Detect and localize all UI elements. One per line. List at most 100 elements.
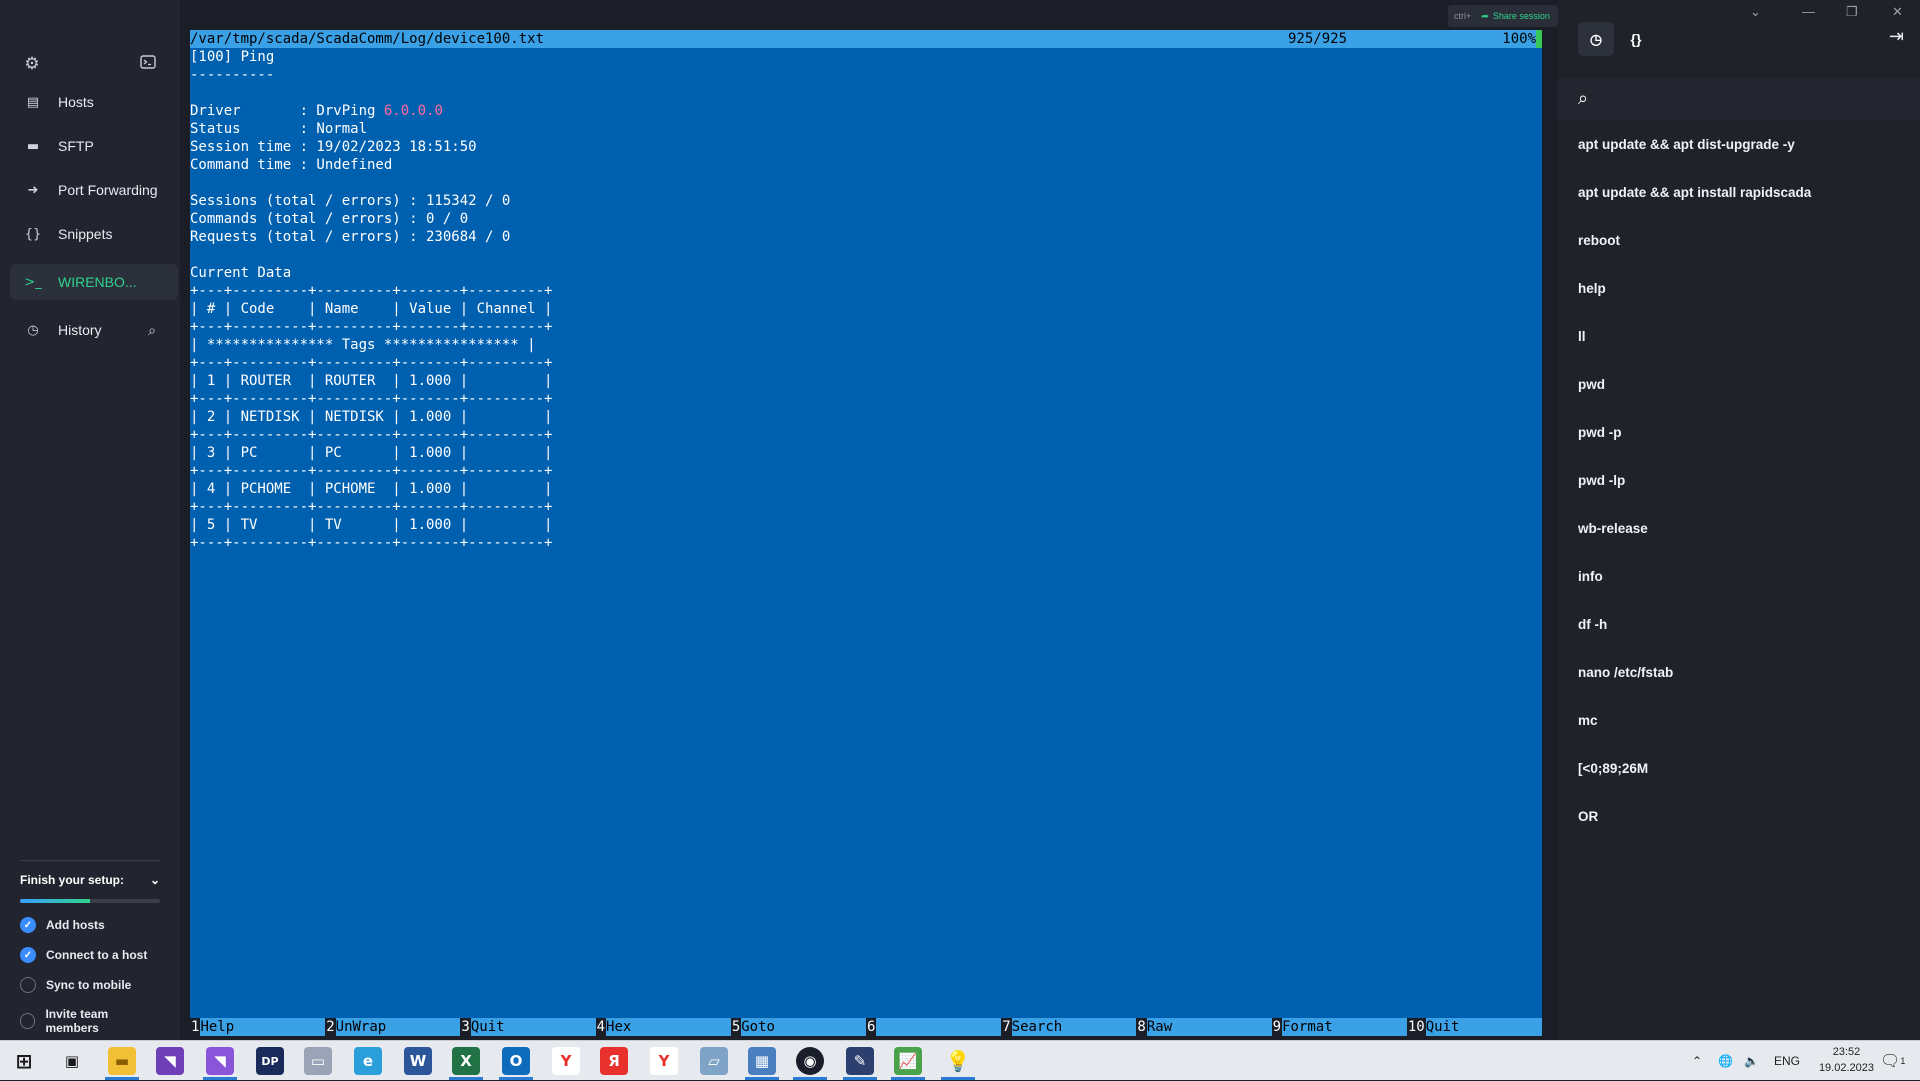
sidebar-item-label: History xyxy=(58,322,102,338)
chevron-down-icon[interactable]: ⌄ xyxy=(150,873,160,887)
collapse-panel-icon[interactable]: ⇥ xyxy=(1889,26,1904,47)
history-item[interactable]: nano /etc/fstab xyxy=(1578,665,1673,680)
fkey-raw[interactable]: 8 Raw xyxy=(1136,1018,1272,1036)
setup-task[interactable]: ✓ Connect to a host xyxy=(20,947,160,963)
clock[interactable]: 23:52 19.02.2023 xyxy=(1819,1044,1874,1076)
image-viewer-icon[interactable]: ▦ xyxy=(748,1047,776,1075)
share-session-label: Share session xyxy=(1492,11,1550,21)
history-item[interactable]: pwd -p xyxy=(1578,425,1622,440)
internet-explorer-icon[interactable]: e xyxy=(354,1047,382,1075)
close-icon[interactable]: ✕ xyxy=(1892,4,1903,20)
terminal-line: Current Data xyxy=(190,265,292,281)
yandex-icon[interactable]: Y xyxy=(552,1047,580,1075)
setup-task[interactable]: Invite team members xyxy=(20,1007,160,1035)
file-explorer-icon[interactable]: ▬ xyxy=(108,1047,136,1075)
table-border: +---+---------+---------+-------+-------… xyxy=(190,391,553,407)
terminal-line: Session time : 19/02/2023 18:51:50 xyxy=(190,139,477,155)
table-border: +---+---------+---------+-------+-------… xyxy=(190,427,553,443)
fkey-format[interactable]: 9 Format xyxy=(1271,1018,1407,1036)
history-item[interactable]: [<0;89;26M xyxy=(1578,761,1648,776)
fkey-search[interactable]: 7 Search xyxy=(1001,1018,1137,1036)
terminal-screen[interactable]: /var/tmp/scada/ScadaComm/Log/device100.t… xyxy=(190,30,1543,1036)
restore-icon[interactable]: ❐ xyxy=(1846,4,1858,20)
notifications-icon[interactable]: 🗨 1 xyxy=(1880,1041,1905,1081)
fkey-number: 3 xyxy=(460,1018,471,1036)
sidebar-item-hosts[interactable]: ▤ Hosts xyxy=(10,84,178,120)
language-indicator[interactable]: ENG xyxy=(1774,1041,1800,1081)
sidebar-item-session-wirenboard[interactable]: >_ WIRENBO... xyxy=(10,264,178,300)
sidebar-item-label: WIRENBO... xyxy=(58,274,137,290)
terminal-window-icon[interactable] xyxy=(136,52,160,76)
function-key-bar: 1 Help 2 UnWrap 3 Quit 4 Hex 5 Goto 6 7 Search… xyxy=(190,1018,1543,1036)
minimize-icon[interactable]: — xyxy=(1802,4,1815,19)
word-icon[interactable]: W xyxy=(404,1047,432,1075)
fkey-quit[interactable]: 3 Quit xyxy=(460,1018,596,1036)
viewer-header: /var/tmp/scada/ScadaComm/Log/device100.t… xyxy=(190,30,1542,48)
network-icon[interactable]: 🌐 xyxy=(1718,1041,1733,1081)
paper-icon[interactable]: ▱ xyxy=(700,1047,728,1075)
fkey-help[interactable]: 1 Help xyxy=(190,1018,326,1036)
sidebar-item-sftp[interactable]: ▬ SFTP xyxy=(10,128,178,164)
history-item[interactable]: help xyxy=(1578,281,1606,296)
visual-studio-icon[interactable]: ◥ xyxy=(156,1047,184,1075)
fkey-number: 4 xyxy=(595,1018,607,1036)
empty-circle-icon xyxy=(20,977,36,993)
excel-icon[interactable]: X xyxy=(452,1047,480,1075)
tray-chevron-up-icon[interactable]: ⌃ xyxy=(1692,1041,1702,1081)
setup-task-label: Add hosts xyxy=(46,918,105,932)
history-search[interactable]: ⌕ xyxy=(1558,78,1920,120)
history-item[interactable]: mc xyxy=(1578,713,1598,728)
folder-icon: ▬ xyxy=(26,138,40,154)
history-tab-icon[interactable]: ◷ xyxy=(1578,22,1614,56)
termius-icon[interactable]: ◉ xyxy=(796,1047,824,1075)
fkey-hex[interactable]: 4 Hex xyxy=(595,1018,731,1036)
fkey-quit-10[interactable]: 10 Quit xyxy=(1406,1018,1543,1036)
chart-app-icon[interactable]: 📈 xyxy=(894,1047,922,1075)
outlook-icon[interactable]: O xyxy=(502,1047,530,1075)
history-item[interactable]: OR xyxy=(1578,809,1598,824)
fkey-empty[interactable]: 6 xyxy=(866,1018,1002,1036)
history-item[interactable]: ll xyxy=(1578,329,1586,344)
search-icon[interactable]: ⌕ xyxy=(1578,88,1588,109)
setup-checklist: Finish your setup: ⌄ ✓ Add hosts ✓ Connect… xyxy=(20,860,160,1035)
visual-studio-preview-icon[interactable]: ◥ xyxy=(206,1047,234,1075)
clock-date: 19.02.2023 xyxy=(1818,1062,1874,1074)
setup-task[interactable]: ✓ Add hosts xyxy=(20,917,160,933)
chevron-down-icon[interactable]: ⌄ xyxy=(1750,4,1761,20)
yandex-browser-icon[interactable]: Я xyxy=(600,1047,628,1075)
fkey-goto[interactable]: 5 Goto xyxy=(730,1018,867,1036)
clock-time: 23:52 xyxy=(1832,1046,1861,1058)
history-item[interactable]: reboot xyxy=(1578,233,1620,248)
snippets-tab-icon[interactable]: {} xyxy=(1618,22,1654,56)
sidebar-item-history[interactable]: ◷ History ⌕ xyxy=(10,312,178,348)
history-item[interactable]: pwd -lp xyxy=(1578,473,1625,488)
history-item[interactable]: df -h xyxy=(1578,617,1607,632)
fkey-number: 1 xyxy=(190,1018,201,1036)
volume-icon[interactable]: 🔈 xyxy=(1744,1041,1759,1081)
share-session-button[interactable]: ctrl+ ➦ Share session xyxy=(1448,5,1558,27)
gear-icon[interactable]: ⚙ xyxy=(20,52,44,76)
history-item[interactable]: apt update && apt install rapidscada xyxy=(1578,185,1811,200)
sidebar-item-label: Snippets xyxy=(58,226,113,242)
task-view-icon[interactable]: ▣ xyxy=(58,1047,86,1075)
dotpeek-icon[interactable]: DP xyxy=(256,1047,284,1075)
history-item[interactable]: wb-release xyxy=(1578,521,1648,536)
windows-start-icon[interactable]: ⊞ xyxy=(10,1047,38,1075)
history-item[interactable]: pwd xyxy=(1578,377,1605,392)
yandex-icon[interactable]: Y xyxy=(650,1047,678,1075)
setup-task[interactable]: Sync to mobile xyxy=(20,977,160,993)
setup-header[interactable]: Finish your setup: ⌄ xyxy=(20,873,160,887)
table-row: | 1 | ROUTER | ROUTER | 1.000 | | xyxy=(190,373,553,389)
history-panel: ⌄ — ❐ ✕ ◷ {} ⇥ ⌕ apt update && apt dist-… xyxy=(1558,0,1920,1040)
setup-task-label: Connect to a host xyxy=(46,948,148,962)
editor-icon[interactable]: ✎ xyxy=(846,1047,874,1075)
clock-icon: ◷ xyxy=(27,322,39,338)
remote-desktop-icon[interactable]: ▭ xyxy=(304,1047,332,1075)
fkey-unwrap[interactable]: 2 UnWrap xyxy=(325,1018,461,1036)
sidebar-item-port-forwarding[interactable]: ➜ Port Forwarding xyxy=(10,172,178,208)
lightbulb-icon[interactable]: 💡 xyxy=(944,1047,972,1075)
history-item[interactable]: info xyxy=(1578,569,1603,584)
history-item[interactable]: apt update && apt dist-upgrade -y xyxy=(1578,137,1795,152)
sidebar-item-snippets[interactable]: {} Snippets xyxy=(10,216,178,252)
search-icon[interactable]: ⌕ xyxy=(148,322,156,339)
